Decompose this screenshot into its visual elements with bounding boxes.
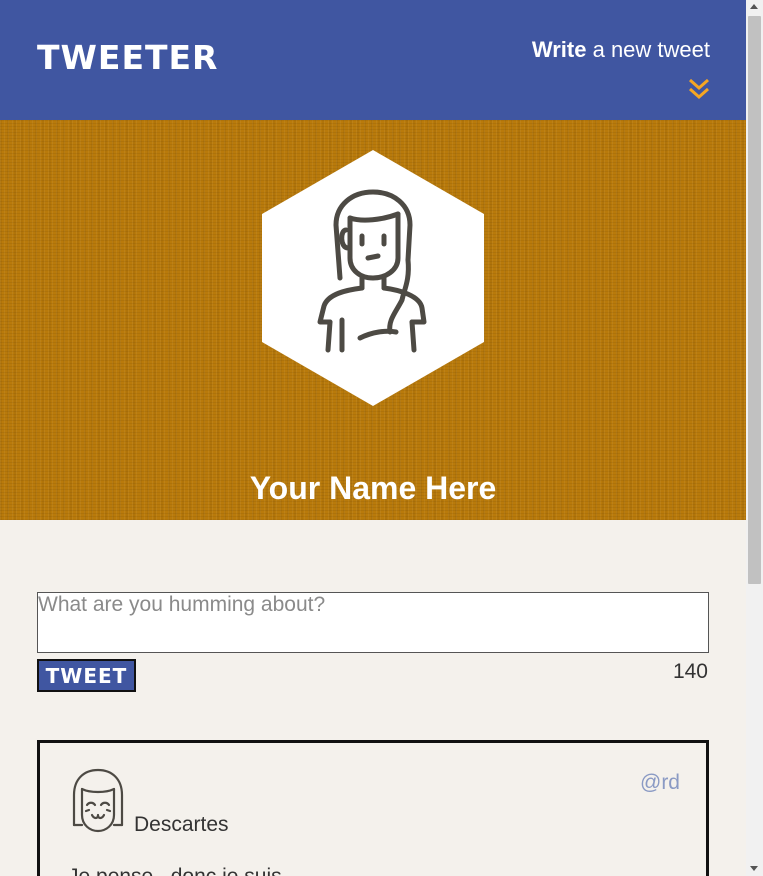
tweet-author-name: Descartes <box>134 813 229 836</box>
person-avatar-icon <box>262 150 484 406</box>
tweet-text-input[interactable] <box>37 592 709 653</box>
scroll-down-arrow-icon[interactable] <box>750 866 758 871</box>
write-tweet-label: Write a new tweet <box>532 37 710 62</box>
tweet-content: Je pense , donc je suis <box>68 865 282 876</box>
app-logo: TWEETER <box>37 38 219 77</box>
scroll-up-arrow-icon[interactable] <box>750 4 758 9</box>
tweet-author-handle: @rd <box>640 771 680 794</box>
double-chevron-down-icon[interactable] <box>688 77 710 103</box>
vertical-scrollbar[interactable] <box>746 0 763 876</box>
write-tweet-toggle[interactable]: Write a new tweet <box>532 37 710 100</box>
smiling-girl-avatar-icon <box>72 768 124 833</box>
tweet-submit-button[interactable]: TWEET <box>37 659 136 692</box>
tweet-card: Descartes @rd Je pense , donc je suis <box>37 740 709 876</box>
profile-name: Your Name Here <box>249 470 497 506</box>
write-label-rest: a new tweet <box>586 37 710 62</box>
scrollbar-thumb[interactable] <box>748 16 761 584</box>
profile-header: Your Name Here <box>0 120 746 520</box>
top-nav: TWEETER Write a new tweet <box>0 0 746 120</box>
page: TWEETER Write a new tweet Your Name Here… <box>0 0 746 876</box>
write-label-bold: Write <box>531 37 587 62</box>
character-counter: 140 <box>672 660 708 683</box>
